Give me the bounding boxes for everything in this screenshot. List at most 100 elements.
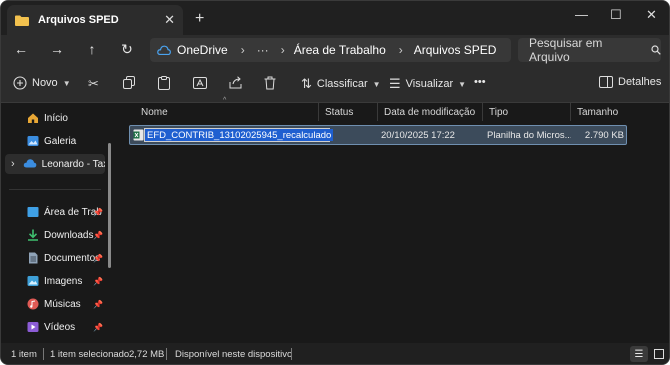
sidebar-item-galeria[interactable]: Galeria xyxy=(1,131,105,151)
view-lines-icon: ☰ xyxy=(389,76,401,91)
view-label: Visualizar xyxy=(405,78,454,90)
pin-icon[interactable]: 📌 xyxy=(93,300,103,309)
search-input[interactable]: Pesquisar em Arquivo xyxy=(529,36,639,64)
tab-arquivos-sped[interactable]: Arquivos SPED ✕ xyxy=(7,5,183,35)
breadcrumb-separator: › xyxy=(240,43,245,57)
details-pane-button[interactable]: Detalhes xyxy=(599,76,661,88)
tab-title: Arquivos SPED xyxy=(38,14,119,26)
sidebar-item-leonardo-onedrive[interactable]: › Leonardo - Taxc xyxy=(5,154,105,174)
status-bar: 1 item 1 item selecionado 2,72 MB Dispon… xyxy=(1,343,669,364)
status-divider xyxy=(43,348,44,360)
breadcrumb-onedrive[interactable]: OneDrive xyxy=(177,43,228,57)
paste-button[interactable] xyxy=(158,76,170,90)
rename-textbox[interactable]: EFD_CONTRIB_13102025945_recalculado xyxy=(144,128,334,142)
sort-label: Classificar xyxy=(316,78,368,90)
documents-icon xyxy=(27,252,39,264)
column-header-type[interactable]: Tipo xyxy=(483,103,571,121)
delete-button[interactable] xyxy=(264,76,276,90)
breadcrumb-arquivos-sped[interactable]: Arquivos SPED xyxy=(414,43,497,57)
scissors-icon: ✂ xyxy=(88,76,99,91)
sidebar-item-videos[interactable]: Vídeos 📌 xyxy=(1,317,105,337)
sidebar-item-label: Músicas xyxy=(44,298,81,310)
file-list: ^ Nome Status Data de modificação Tipo T… xyxy=(117,97,669,343)
column-header-date-modified[interactable]: Data de modificação xyxy=(378,103,483,121)
column-header-name[interactable]: Nome xyxy=(135,103,319,121)
file-status xyxy=(320,126,376,144)
search-box[interactable]: Pesquisar em Arquivo xyxy=(518,36,661,64)
pin-icon[interactable]: 📌 xyxy=(93,323,103,332)
breadcrumb-more-button[interactable]: ··· xyxy=(257,43,269,57)
availability-status: Disponível neste dispositivo xyxy=(175,349,293,360)
plus-circle-icon xyxy=(13,76,27,90)
share-icon xyxy=(229,76,243,89)
details-view-button[interactable]: ☰ xyxy=(630,346,648,362)
sidebar-item-downloads[interactable]: Downloads 📌 xyxy=(1,225,105,245)
sort-button[interactable]: ⇅ Classificar ▼ xyxy=(301,76,381,92)
new-button-label: Novo xyxy=(32,77,58,89)
tab-close-icon[interactable]: ✕ xyxy=(164,12,175,28)
chevron-down-icon: ▼ xyxy=(372,79,381,89)
details-label: Detalhes xyxy=(618,76,662,88)
sidebar-item-musicas[interactable]: Músicas 📌 xyxy=(1,294,105,314)
pin-icon[interactable]: 📌 xyxy=(93,277,103,286)
column-header-size[interactable]: Tamanho xyxy=(571,103,625,121)
cloud-icon xyxy=(157,45,171,55)
view-button[interactable]: ☰ Visualizar ▼ xyxy=(389,76,466,92)
navigation-pane: Início Galeria › Leonardo - Taxc Área de… xyxy=(1,103,113,343)
item-count: 1 item xyxy=(11,349,37,360)
table-row[interactable]: EFD_CONTRIB_13102025945_recalculado 20/1… xyxy=(129,125,627,145)
column-header-status[interactable]: Status xyxy=(319,103,378,121)
sidebar-item-area-de-trabalho[interactable]: Área de Trab 📌 xyxy=(1,202,105,222)
maximize-button[interactable]: ☐ xyxy=(610,7,622,23)
breadcrumb-separator: › xyxy=(280,43,285,57)
new-button[interactable]: Novo ▼ xyxy=(13,76,71,90)
status-divider xyxy=(291,348,292,360)
chevron-down-icon: ▼ xyxy=(62,78,71,88)
title-bar: Arquivos SPED ✕ + — ☐ ✕ xyxy=(1,1,669,35)
file-name-editing[interactable]: EFD_CONTRIB_13102025945_recalculado xyxy=(145,129,334,141)
sidebar-item-label: Downloads xyxy=(44,229,94,241)
forward-button[interactable]: → xyxy=(47,41,67,57)
sidebar-item-inicio[interactable]: Início xyxy=(1,108,105,128)
details-view-icon: ☰ xyxy=(634,348,644,360)
share-button[interactable] xyxy=(229,76,243,89)
file-size: 2.790 KB xyxy=(584,129,624,141)
rename-button[interactable] xyxy=(193,76,207,90)
file-type: Planilha do Micros... xyxy=(487,129,571,141)
sidebar-item-label: Leonardo - Taxc xyxy=(41,158,105,170)
trash-icon xyxy=(264,76,276,90)
pin-icon[interactable]: 📌 xyxy=(93,231,103,240)
gallery-icon xyxy=(27,135,39,147)
music-icon xyxy=(27,298,39,310)
sidebar-item-imagens[interactable]: Imagens 📌 xyxy=(1,271,105,291)
cut-button[interactable]: ✂ xyxy=(88,76,99,92)
sidebar-item-documentos[interactable]: Documentos 📌 xyxy=(1,248,105,268)
minimize-button[interactable]: — xyxy=(575,7,588,22)
more-options-button[interactable]: ••• xyxy=(474,76,486,88)
address-bar[interactable]: OneDrive › ··· › Área de Trabalho › Arqu… xyxy=(150,38,511,62)
details-pane-icon xyxy=(599,76,613,88)
navigation-bar: ← → ↑ ↻ OneDrive › ··· › Área de Trabalh… xyxy=(1,35,669,65)
back-button[interactable]: ← xyxy=(11,41,31,57)
breadcrumb-separator: › xyxy=(398,43,403,57)
pin-icon[interactable]: 📌 xyxy=(93,254,103,263)
pictures-icon xyxy=(27,275,39,287)
copy-button[interactable] xyxy=(123,76,136,89)
pin-icon[interactable]: 📌 xyxy=(93,208,103,217)
sort-icon: ⇅ xyxy=(301,76,312,91)
excel-icon xyxy=(133,129,144,141)
copy-icon xyxy=(123,76,136,89)
new-tab-button[interactable]: + xyxy=(195,10,204,28)
up-button[interactable]: ↑ xyxy=(82,41,102,57)
sidebar-item-label: Galeria xyxy=(44,135,77,147)
clipboard-icon xyxy=(158,76,170,90)
close-window-button[interactable]: ✕ xyxy=(646,7,657,23)
search-icon xyxy=(651,45,661,55)
command-bar: Novo ▼ ✂ ⇅ Classificar ▼ ☰ Visualizar ▼ … xyxy=(1,65,669,103)
refresh-button[interactable]: ↻ xyxy=(117,41,137,58)
breadcrumb-area-de-trabalho[interactable]: Área de Trabalho xyxy=(294,43,386,57)
tiles-view-button[interactable] xyxy=(650,346,668,362)
sidebar-scrollbar[interactable] xyxy=(108,143,111,268)
home-icon xyxy=(27,112,39,124)
expand-chevron-icon[interactable]: › xyxy=(11,158,15,170)
